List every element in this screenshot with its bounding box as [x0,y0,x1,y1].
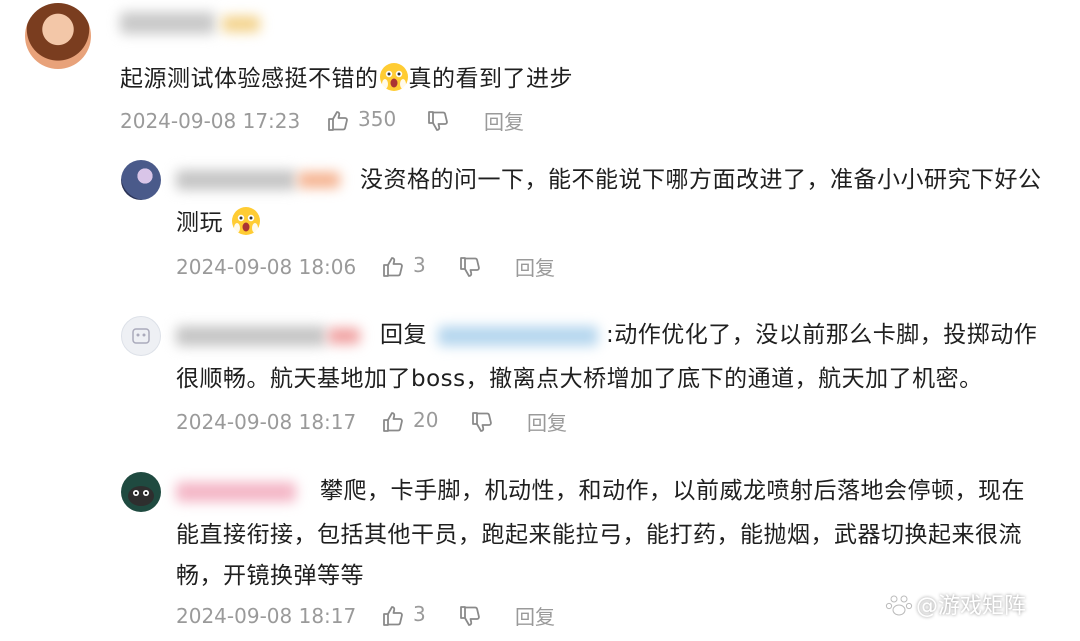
thumbs-down-icon[interactable] [458,604,482,628]
reply-button[interactable]: 回复 [484,107,524,137]
thumbs-down-icon[interactable] [426,109,450,133]
username-blurred[interactable] [120,12,215,34]
user-badge [298,172,340,188]
reply-button[interactable]: 回复 [515,253,555,283]
comment-timestamp: 2024-09-08 17:23 [120,109,301,133]
like-count: 3 [413,253,426,277]
comment-text: 起源测试体验感挺不错的 真的看到了进步 [120,56,573,102]
thumbs-down-icon[interactable] [470,410,494,434]
watermark: @游戏矩阵 [916,594,1027,619]
username-blurred[interactable] [176,170,296,190]
reply-text-line1: :动作优化了，没以前那么卡脚，投掷动作 [606,322,1038,348]
reply-button[interactable]: 回复 [515,602,555,632]
thumbs-up-icon[interactable] [381,410,405,434]
thumbs-up-icon[interactable] [381,255,405,279]
reply-text-line2: 测玩 [176,200,261,246]
thumbs-up-icon[interactable] [326,109,350,133]
username-blurred[interactable] [176,482,296,502]
reply-text-line1: 攀爬，卡手脚，机动性，和动作，以前威龙喷射后落地会停顿，现在 [320,478,1025,504]
like-count: 350 [358,107,397,131]
avatar[interactable] [121,472,161,512]
watermark-logo-icon [884,591,914,617]
like-count: 20 [413,408,439,432]
username-blurred[interactable] [176,326,326,346]
avatar[interactable] [25,3,91,69]
reply-text-line3: 畅，开镜换弹等等 [176,563,364,589]
thumbs-down-icon[interactable] [458,255,482,279]
mentioned-username-blurred[interactable] [438,326,598,346]
reply-text-line2: 能直接衔接，包括其他干员，跑起来能拉弓，能打药，能抛烟，武器切换起来很流 [176,522,1022,548]
emoji-shocked-icon [231,206,261,236]
comment-timestamp: 2024-09-08 18:06 [176,255,357,279]
reply-text-line1: 没资格的问一下，能不能说下哪方面改进了，准备小小研究下好公 [360,167,1042,193]
user-badge [222,16,260,32]
user-badge [328,328,360,344]
reply-text-line2: 很顺畅。航天基地加了boss，撤离点大桥增加了底下的通道，航天加了机密。 [176,366,983,392]
avatar[interactable] [121,160,161,200]
reply-prefix: 回复 [380,322,427,348]
comment-timestamp: 2024-09-08 18:17 [176,410,357,434]
comment-timestamp: 2024-09-08 18:17 [176,604,357,628]
thumbs-up-icon[interactable] [381,604,405,628]
like-count: 3 [413,602,426,626]
reply-button[interactable]: 回复 [527,408,567,438]
emoji-shocked-icon [379,62,409,92]
avatar[interactable] [121,316,161,356]
